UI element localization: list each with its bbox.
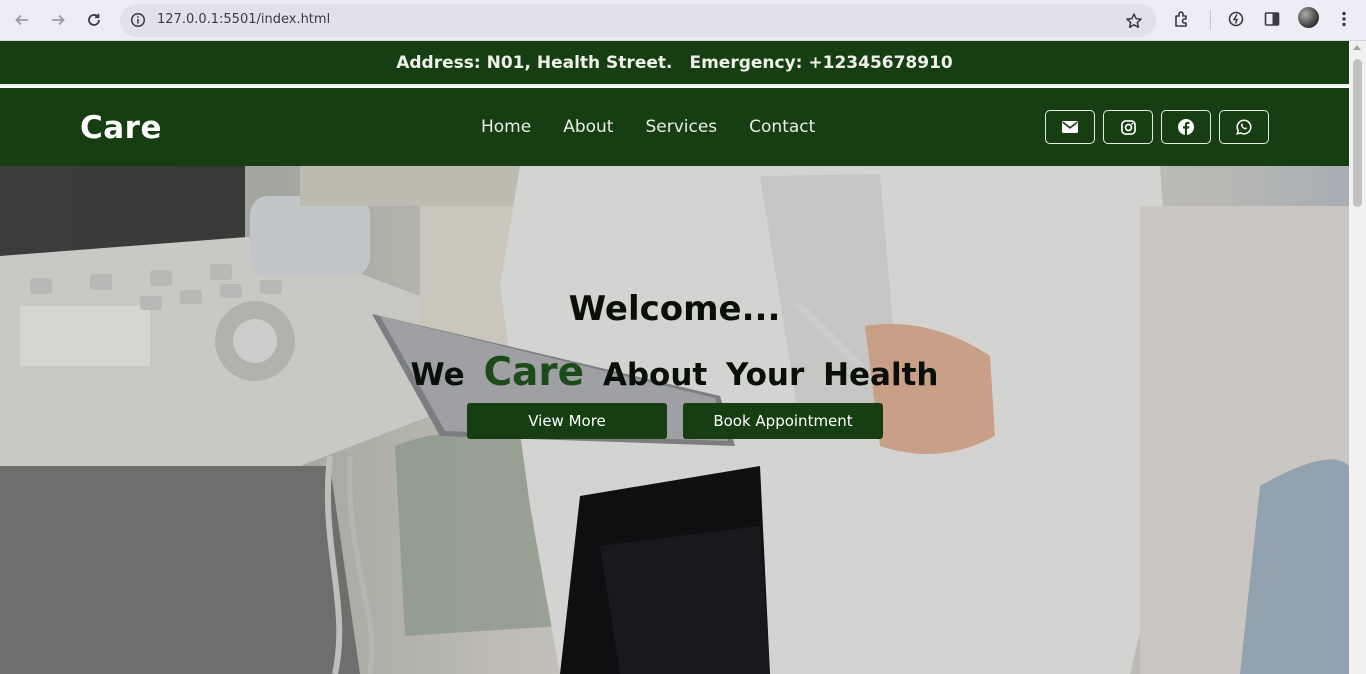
hero-subtitle-highlight: Care	[483, 350, 585, 395]
page-scrollbar[interactable]	[1349, 41, 1366, 674]
hero-section: Welcome... We Care About Your Health Vie…	[0, 166, 1349, 674]
toolbar-divider	[1210, 10, 1211, 30]
hero-subtitle-after: About Your Health	[602, 357, 939, 393]
hero-subtitle-before: We	[410, 357, 465, 393]
profile-avatar[interactable]	[1298, 7, 1319, 28]
hero-buttons: View More Book Appointment	[467, 403, 883, 439]
nav-contact[interactable]: Contact	[749, 117, 815, 137]
reload-icon[interactable]	[82, 8, 106, 32]
nav-about[interactable]: About	[563, 117, 613, 137]
contact-topbar: Address: N01, Health Street. Emergency: …	[0, 41, 1349, 86]
emergency-text: Emergency: +12345678910	[689, 52, 953, 73]
mail-button[interactable]	[1045, 110, 1095, 144]
social-links	[1045, 110, 1269, 144]
side-panel-icon[interactable]	[1260, 7, 1284, 31]
page-viewport: Address: N01, Health Street. Emergency: …	[0, 41, 1349, 674]
mail-icon	[1062, 121, 1078, 133]
address-bar[interactable]: 127.0.0.1:5501/index.html	[120, 4, 1156, 37]
brand-logo[interactable]: Care	[80, 110, 162, 146]
book-appointment-button[interactable]: Book Appointment	[683, 403, 883, 439]
url-text[interactable]: 127.0.0.1:5501/index.html	[157, 12, 330, 27]
facebook-button[interactable]	[1161, 110, 1211, 144]
scrollbar-thumb[interactable]	[1353, 59, 1362, 207]
extensions-icon[interactable]	[1170, 7, 1194, 31]
address-text: Address: N01, Health Street.	[396, 52, 673, 73]
back-arrow-icon[interactable]	[10, 8, 34, 32]
instagram-icon	[1120, 119, 1136, 135]
view-more-button[interactable]: View More	[467, 403, 667, 439]
hero-subtitle: We Care About Your Health	[0, 350, 1349, 395]
nav-home[interactable]: Home	[481, 117, 531, 137]
star-icon[interactable]	[1124, 11, 1144, 31]
more-menu-icon[interactable]	[1332, 7, 1356, 31]
scroll-up-arrow-icon[interactable]	[1353, 45, 1361, 50]
forward-arrow-icon[interactable]	[46, 8, 70, 32]
facebook-icon	[1178, 119, 1194, 135]
nav-services[interactable]: Services	[645, 117, 717, 137]
main-nav: Home About Services Contact	[481, 117, 815, 137]
whatsapp-icon	[1236, 119, 1252, 135]
site-header: Care Home About Services Contact	[0, 88, 1349, 166]
browser-toolbar: 127.0.0.1:5501/index.html	[0, 0, 1366, 41]
whatsapp-button[interactable]	[1219, 110, 1269, 144]
instagram-button[interactable]	[1103, 110, 1153, 144]
hero-title: Welcome...	[568, 289, 781, 329]
info-icon[interactable]	[129, 11, 147, 29]
performance-icon[interactable]	[1224, 7, 1248, 31]
